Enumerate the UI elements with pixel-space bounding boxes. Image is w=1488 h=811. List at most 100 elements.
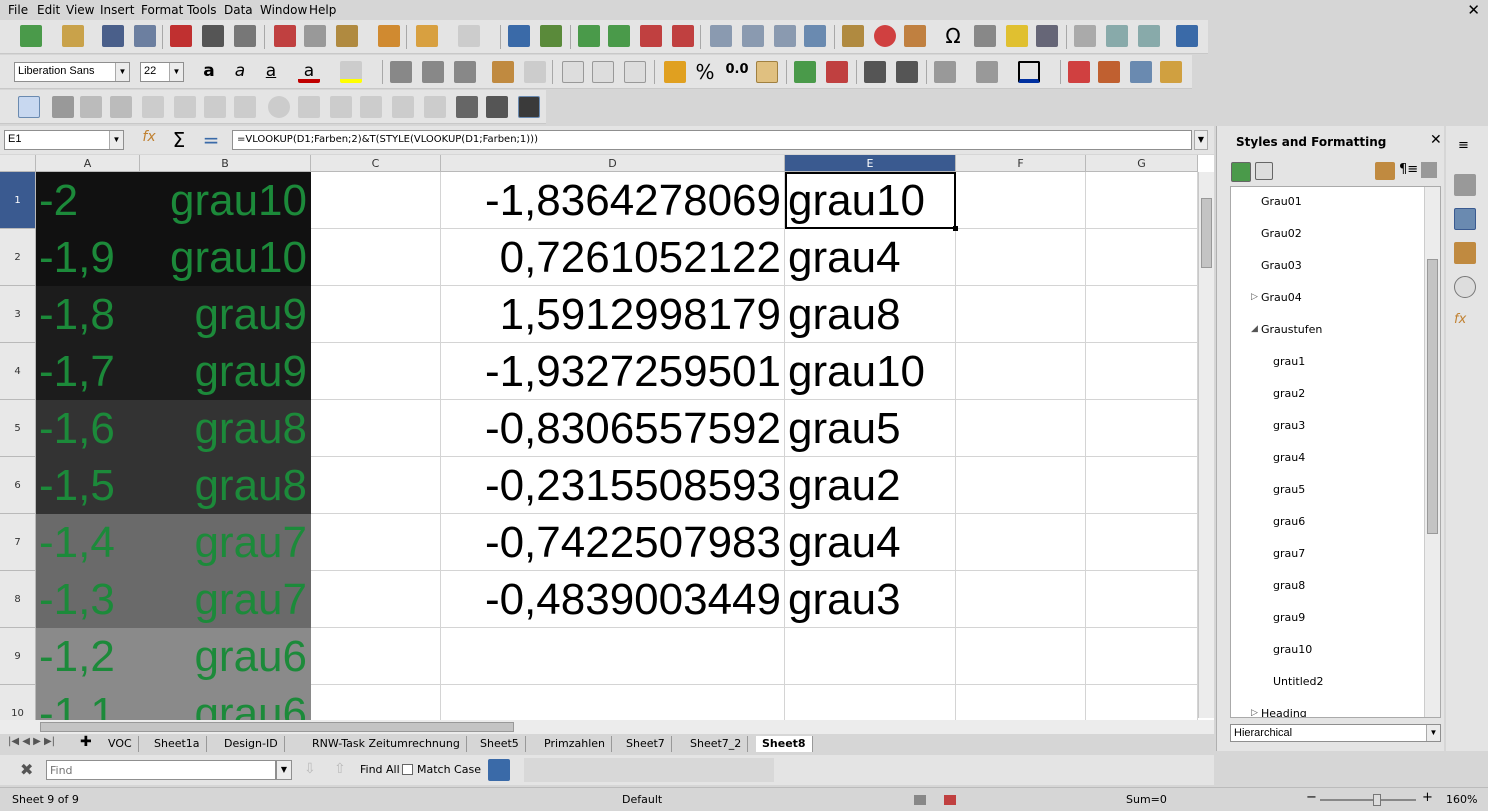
cell-g[interactable] [1086,457,1198,514]
styles-tab-icon[interactable] [1454,208,1476,230]
sort-icon[interactable] [710,25,732,47]
style-item[interactable]: Untitled2 [1273,675,1324,688]
date-format-icon[interactable] [756,61,778,83]
cell-b[interactable]: grau8 [140,457,311,514]
column-header-c[interactable]: C [311,155,441,172]
menu-window[interactable]: Window [260,3,307,17]
row-icon[interactable] [578,25,600,47]
control-properties-icon[interactable] [80,96,102,118]
icon-set-icon[interactable] [1160,61,1182,83]
style-item[interactable]: grau9 [1273,611,1305,624]
cell-a[interactable]: -1,6 [36,400,140,457]
cell-e[interactable] [785,685,956,721]
expand-icon[interactable]: ▷ [1251,708,1258,717]
style-item[interactable]: Graustufen [1261,323,1322,336]
cell-a[interactable]: -2 [36,172,140,229]
column-header-a[interactable]: A [36,155,140,172]
sheet-tab[interactable]: VOC [102,736,139,752]
increase-indent-icon[interactable] [864,61,886,83]
sort-descending-icon[interactable] [774,25,796,47]
sheet-tab[interactable]: Sheet5 [474,736,526,752]
cell-e[interactable] [785,628,956,685]
align-center-icon[interactable] [422,61,444,83]
cell-b[interactable]: grau9 [140,343,311,400]
style-item[interactable]: Grau03 [1261,259,1302,272]
cut-icon[interactable] [274,25,296,47]
formula-icon[interactable]: = [200,128,222,152]
align-bottom-icon[interactable] [624,61,646,83]
styles-scrollbar-thumb[interactable] [1427,259,1438,534]
cell-g[interactable] [1086,400,1198,457]
cell-g[interactable] [1086,685,1198,721]
print-icon[interactable] [202,25,224,47]
align-middle-icon[interactable] [592,61,614,83]
scrollbar-control-icon[interactable] [424,96,446,118]
cell-c[interactable] [311,286,441,343]
cell-g[interactable] [1086,343,1198,400]
cell-b[interactable]: grau6 [140,628,311,685]
sheet-tab[interactable]: Sheet1a [148,736,207,752]
new-document-icon[interactable] [20,25,42,47]
cell-g[interactable] [1086,172,1198,229]
cell-f[interactable] [956,685,1086,721]
find-replace-icon[interactable] [508,25,530,47]
cell-b[interactable]: grau10 [140,229,311,286]
menu-view[interactable]: View [66,3,94,17]
row-header[interactable]: 5 [0,400,36,457]
align-top-icon[interactable] [562,61,584,83]
paste-icon[interactable] [336,25,358,47]
save-as-icon[interactable] [134,25,156,47]
align-left-icon[interactable] [390,61,412,83]
expand-formula-icon[interactable]: ▼ [1194,130,1208,150]
borders-icon[interactable] [934,61,956,83]
cell-e[interactable]: grau10 [785,172,956,229]
chevron-down-icon[interactable]: ▼ [109,131,123,149]
find-previous-icon[interactable]: ⇧ [334,761,346,777]
comment-icon[interactable] [1006,25,1028,47]
menu-tools[interactable]: Tools [187,3,217,17]
zoom-slider[interactable] [1320,799,1416,801]
cell-e[interactable]: grau8 [785,286,956,343]
function-wizard-icon[interactable]: fx [138,129,160,151]
cell-d[interactable] [441,685,785,721]
header-footer-icon[interactable] [1036,25,1058,47]
spelling-icon[interactable] [540,25,562,47]
pivot-table-icon[interactable] [904,25,926,47]
h-scrollbar-thumb[interactable] [40,722,514,732]
navigator-icon[interactable] [1454,276,1476,298]
cell-b[interactable]: grau8 [140,400,311,457]
functions-icon[interactable]: fx [1454,312,1476,334]
close-sidebar-icon[interactable]: ✕ [1430,132,1442,148]
cell-e[interactable]: grau5 [785,400,956,457]
cell-f[interactable] [956,628,1086,685]
cell-b[interactable]: grau6 [140,685,311,721]
fill-format-mode-icon[interactable] [1375,162,1395,180]
cell-a[interactable]: -1,5 [36,457,140,514]
cell-d[interactable]: 1,5912998179 [441,286,785,343]
cell-c[interactable] [311,400,441,457]
undo-icon[interactable] [416,25,438,47]
delete-column-icon[interactable] [672,25,694,47]
cell-c[interactable] [311,514,441,571]
menu-data[interactable]: Data [224,3,253,17]
row-header[interactable]: 1 [0,172,36,229]
cell-d[interactable]: -1,8364278069 [441,172,785,229]
combo-box-icon[interactable] [330,96,352,118]
show-draw-functions-icon[interactable] [1176,25,1198,47]
cell-d[interactable] [441,628,785,685]
style-item[interactable]: grau3 [1273,419,1305,432]
cell-a[interactable]: -1,3 [36,571,140,628]
cell-f[interactable] [956,343,1086,400]
conditional-format-icon[interactable] [1068,61,1090,83]
close-findbar-icon[interactable]: ✖ [20,760,33,779]
cell-g[interactable] [1086,514,1198,571]
currency-icon[interactable] [664,61,686,83]
cell-e[interactable]: grau2 [785,457,956,514]
split-window-icon[interactable] [1138,25,1160,47]
menu-file[interactable]: File [8,3,28,17]
style-item[interactable]: grau2 [1273,387,1305,400]
delete-row-icon[interactable] [640,25,662,47]
underline-icon[interactable]: a [260,61,282,83]
vertical-scrollbar[interactable] [1198,172,1214,718]
style-item[interactable]: grau6 [1273,515,1305,528]
